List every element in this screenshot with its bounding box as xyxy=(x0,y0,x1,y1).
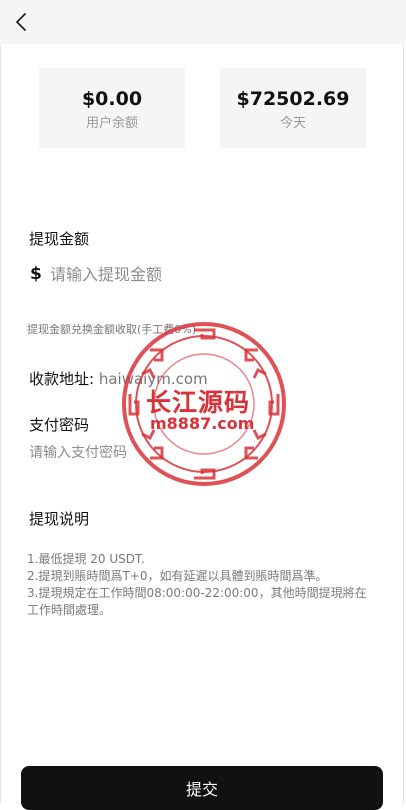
submit-button[interactable]: 提交 xyxy=(21,766,383,810)
watermark-url: m8887.com xyxy=(150,414,255,433)
today-card: $72502.69 今天 xyxy=(220,68,366,148)
password-label: 支付密码 xyxy=(29,416,90,434)
balance-label: 用户余额 xyxy=(85,116,138,131)
instruction-line: 3.提現規定在工作時間08:00:00-22:00:00，其他時間提現將在 xyxy=(27,586,367,600)
today-label: 今天 xyxy=(279,116,306,131)
balance-card: $0.00 用户余额 xyxy=(39,68,185,148)
address-label: 收款地址: xyxy=(29,370,95,388)
instruction-line: 1.最低提現 20 USDT. xyxy=(27,552,145,566)
today-value: $72502.69 xyxy=(236,88,350,110)
instruction-line: 2.提現到賬時間爲T+0，如有延遲以具體到賬時間爲準。 xyxy=(27,569,328,583)
amount-input[interactable] xyxy=(50,262,350,286)
amount-label: 提现金额 xyxy=(29,230,90,248)
currency-symbol: $ xyxy=(30,264,42,284)
back-arrow-icon[interactable] xyxy=(10,10,34,34)
instruction-line: 工作時間處理。 xyxy=(27,603,112,617)
instructions-title: 提现说明 xyxy=(29,510,90,528)
top-bar xyxy=(0,0,406,44)
balance-value: $0.00 xyxy=(81,88,143,110)
